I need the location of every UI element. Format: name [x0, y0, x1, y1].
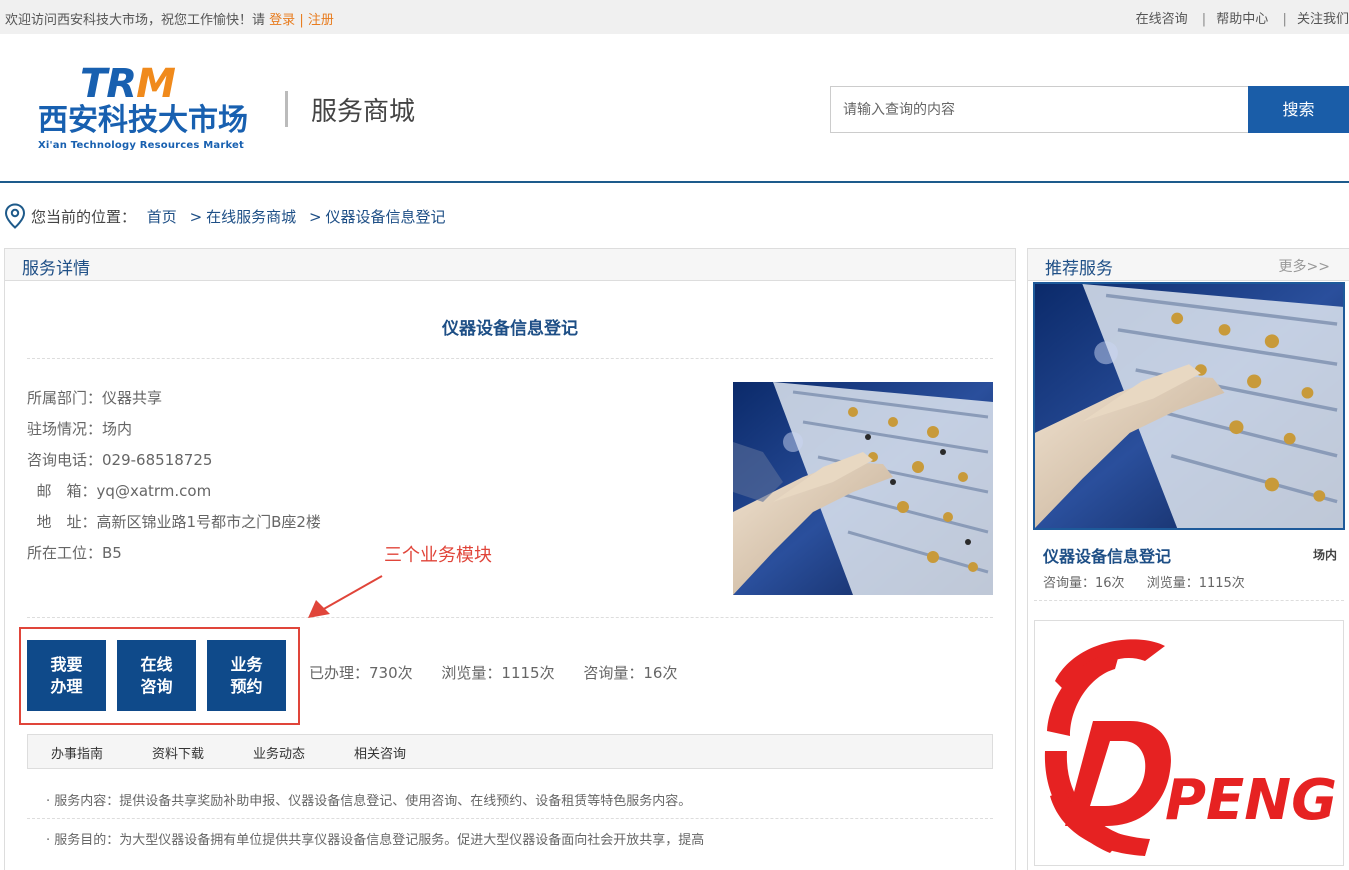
header-divider: [285, 91, 288, 127]
welcome-text: 欢迎访问西安科技大市场，祝您工作愉快！请: [5, 13, 266, 28]
site-title: 服务商城: [311, 97, 416, 127]
service-stats: 已办理：730次 浏览量：1115次 咨询量：16次: [309, 662, 701, 683]
logo-name-cn: 西安科技大市场: [38, 103, 248, 138]
search-input[interactable]: [831, 87, 1249, 132]
panel-title: 服务详情: [22, 259, 90, 279]
breadcrumb-current[interactable]: 仪器设备信息登记: [326, 208, 446, 226]
logo-trm: TRM: [80, 61, 176, 107]
tab-news[interactable]: 业务动态: [253, 743, 305, 762]
recommended-stats: 咨询量：16次 浏览量：1115次: [1043, 572, 1263, 591]
info-phone: 咨询电话：029-68518725: [27, 451, 213, 469]
info-address: 地 址：高新区锦业路1号都市之门B座2楼: [27, 513, 321, 531]
breadcrumb-home[interactable]: 首页: [147, 208, 177, 226]
divider: [27, 818, 993, 819]
info-workstation: 所在工位：B5: [27, 544, 122, 562]
view-count: 浏览量：1115次: [441, 664, 555, 682]
register-link[interactable]: 注册: [308, 13, 334, 28]
panel-header: 服务详情: [5, 249, 1015, 281]
panel-title: 推荐服务: [1045, 259, 1113, 279]
handled-count: 已办理：730次: [309, 664, 413, 682]
breadcrumb-mall[interactable]: 在线服务商城: [206, 208, 296, 226]
online-consult-button[interactable]: 在线 咨询: [117, 640, 196, 711]
service-title: 仪器设备信息登记: [442, 319, 578, 339]
breadcrumb-prefix: 您当前的位置：: [31, 208, 137, 226]
service-content-text: · 服务内容：提供设备共享奖励补助申报、仪器设备信息登记、使用咨询、在线预约、设…: [46, 794, 692, 809]
top-bar: 欢迎访问西安科技大市场，祝您工作愉快！请 登录 | 注册 在线咨询 | 帮助中心…: [0, 0, 1349, 34]
tab-downloads[interactable]: 资料下载: [152, 743, 204, 762]
separator: |: [299, 13, 304, 28]
divider: [27, 617, 993, 618]
recommended-location: 场内: [1313, 548, 1338, 562]
search-button[interactable]: 搜索: [1248, 86, 1349, 133]
tab-guide[interactable]: 办事指南: [51, 743, 103, 762]
recommended-view-count: 浏览量：1115次: [1146, 576, 1245, 591]
annotation-label: 三个业务模块: [384, 545, 492, 566]
login-link[interactable]: 登录: [269, 13, 295, 28]
info-department: 所属部门：仪器共享: [27, 389, 163, 407]
recommended-image[interactable]: [1033, 282, 1345, 530]
divider: [27, 358, 993, 359]
dpeng-ad-banner[interactable]: PENG: [1034, 620, 1344, 866]
consult-count: 咨询量：16次: [583, 664, 678, 682]
detail-tabs: 办事指南 资料下载 业务动态 相关咨询: [27, 734, 993, 769]
apply-button[interactable]: 我要 办理: [27, 640, 106, 711]
welcome-message: 欢迎访问西安科技大市场，祝您工作愉快！请 登录 | 注册: [5, 9, 334, 28]
panel-header: 推荐服务 更多>>: [1028, 249, 1349, 281]
top-links: 在线咨询 | 帮助中心 | 关注我们: [1135, 12, 1349, 27]
service-purpose-text: · 服务目的：为大型仪器设备拥有单位提供共享仪器设备信息登记服务。促进大型仪器设…: [46, 833, 705, 848]
divider: [1034, 600, 1344, 601]
annotation-arrow-icon: [308, 575, 383, 618]
ad-text: PENG: [1165, 768, 1337, 833]
follow-us-link[interactable]: 关注我们: [1297, 12, 1349, 27]
tab-related-consult[interactable]: 相关咨询: [354, 743, 406, 762]
header-rule: [0, 181, 1349, 183]
logo-name-en: Xi'an Technology Resources Market: [38, 140, 244, 151]
recommended-title[interactable]: 仪器设备信息登记: [1043, 543, 1171, 567]
location-pin-icon: [4, 203, 26, 229]
info-onsite: 驻场情况：场内: [27, 420, 133, 438]
recommended-consult-count: 咨询量：16次: [1043, 576, 1125, 591]
online-consult-link[interactable]: 在线咨询: [1136, 12, 1188, 27]
search-box: [830, 86, 1249, 133]
service-image: [733, 382, 993, 595]
site-logo[interactable]: TRM 西安科技大市场 Xi'an Technology Resources M…: [38, 62, 268, 154]
help-center-link[interactable]: 帮助中心: [1216, 12, 1268, 27]
appointment-button[interactable]: 业务 预约: [207, 640, 286, 711]
info-email: 邮 箱：yq@xatrm.com: [27, 482, 212, 500]
more-link[interactable]: 更多>>: [1279, 256, 1330, 276]
